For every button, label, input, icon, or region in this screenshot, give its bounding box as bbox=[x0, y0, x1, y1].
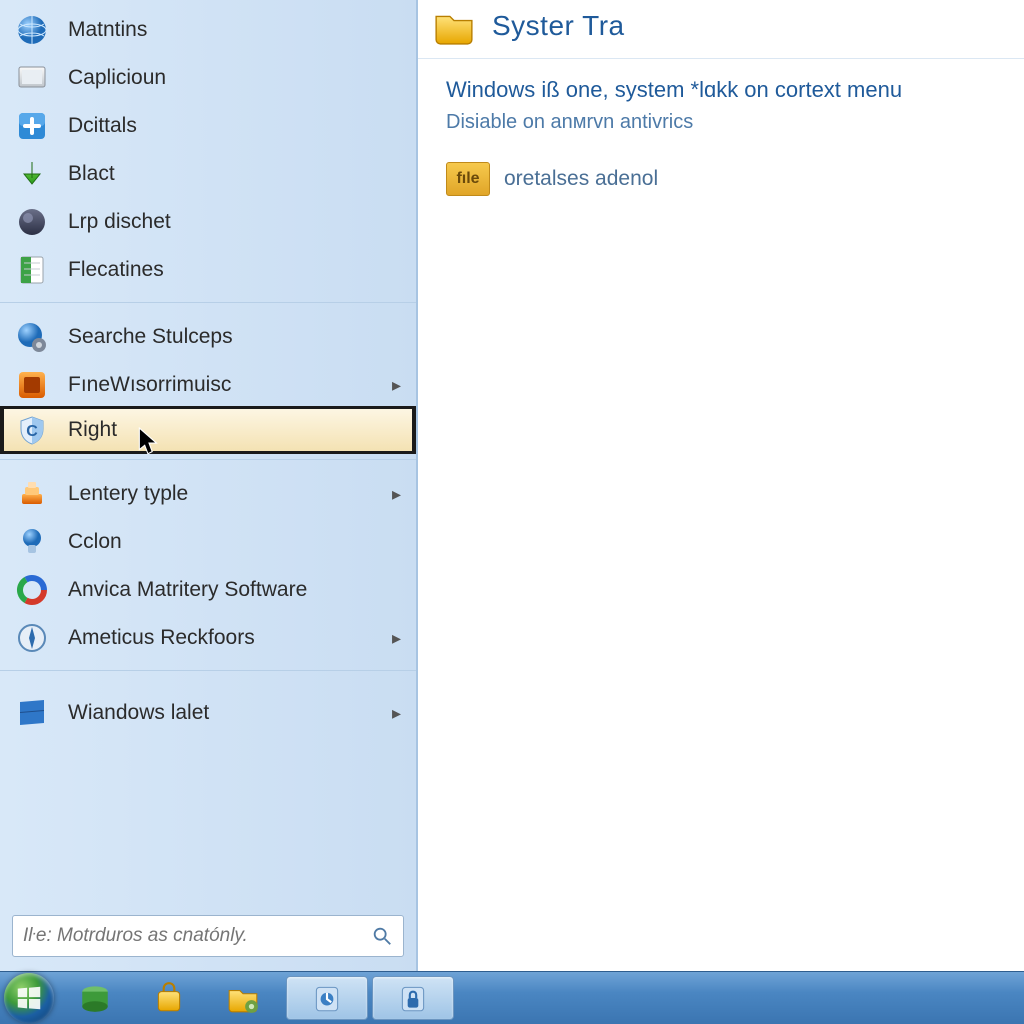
taskbar-window-bucket-blue[interactable] bbox=[286, 976, 368, 1020]
chevron-right-icon: ▸ bbox=[392, 628, 402, 649]
menu-item-label: Caplicioun bbox=[68, 66, 402, 90]
file-type-badge: fıle bbox=[446, 162, 490, 196]
chevron-right-icon: ▸ bbox=[392, 375, 402, 396]
shield-c-icon bbox=[14, 412, 50, 448]
menu-item-label: Cclon bbox=[68, 530, 402, 554]
menu-group-programs-mid: Searche Stulceps FıneWısorrimuisc▸ Right bbox=[0, 303, 416, 460]
taskbar-pin-bag-yellow[interactable] bbox=[134, 976, 204, 1020]
bucket-blue-icon bbox=[310, 981, 344, 1015]
menu-item-label: Anvica Matritery Software bbox=[68, 578, 402, 602]
menu-item-label: Ameticus Reckfoors bbox=[68, 626, 392, 650]
content-pane: Syster Tra Windows iß one, system *lɑkk … bbox=[418, 0, 1024, 971]
menu-item-orb-dark[interactable]: Lrp dischet bbox=[0, 198, 416, 246]
menu-item-label: Dcittals bbox=[68, 114, 402, 138]
folder-gear-icon bbox=[226, 981, 260, 1015]
search-box[interactable] bbox=[12, 915, 404, 957]
content-subtext: Disiable on anᴍrvn antivrics bbox=[446, 111, 996, 134]
file-row[interactable]: fıle oretalses adenol bbox=[446, 162, 996, 196]
menu-item-label: Blact bbox=[68, 162, 402, 186]
menu-item-arrow-down-green[interactable]: Blact bbox=[0, 150, 416, 198]
lock-blue-icon bbox=[396, 981, 430, 1015]
menu-item-screen-gray[interactable]: Caplicioun bbox=[0, 54, 416, 102]
screen-gray-icon bbox=[14, 60, 50, 96]
menu-item-bulb-blue[interactable]: Cclon bbox=[0, 518, 416, 566]
windows-logo-icon bbox=[14, 983, 44, 1013]
content-body: Windows iß one, system *lɑkk on cortext … bbox=[418, 59, 1024, 214]
menu-item-globe-blue[interactable]: Matntins bbox=[0, 6, 416, 54]
chevron-right-icon: ▸ bbox=[392, 484, 402, 505]
menu-item-label: FıneWısorrimuisc bbox=[68, 373, 392, 397]
drive-green-icon bbox=[78, 981, 112, 1015]
menu-item-ring-rgb[interactable]: Anvica Matritery Software bbox=[0, 566, 416, 614]
content-header: Syster Tra bbox=[418, 0, 1024, 59]
menu-item-sheet-green[interactable]: Flecatines bbox=[0, 246, 416, 294]
taskbar bbox=[0, 971, 1024, 1024]
menu-item-label: Matntins bbox=[68, 18, 402, 42]
orb-dark-icon bbox=[14, 204, 50, 240]
menu-item-tile-orange[interactable]: FıneWısorrimuisc▸ bbox=[0, 361, 416, 409]
menu-item-label: Wiandows lalet bbox=[68, 701, 392, 725]
menu-item-stack-orange[interactable]: Lentery typle▸ bbox=[0, 470, 416, 518]
file-name-label: oretalses adenol bbox=[504, 167, 658, 191]
menu-item-label: Lentery typle bbox=[68, 482, 392, 506]
globe-blue-icon bbox=[14, 12, 50, 48]
globe-gear-icon bbox=[14, 319, 50, 355]
plus-blue-icon bbox=[14, 108, 50, 144]
menu-item-label: Searche Stulceps bbox=[68, 325, 402, 349]
arrow-down-green-icon bbox=[14, 156, 50, 192]
flag-win-icon bbox=[14, 695, 50, 731]
stack-orange-icon bbox=[14, 476, 50, 512]
ring-rgb-icon bbox=[14, 572, 50, 608]
menu-item-globe-gear[interactable]: Searche Stulceps bbox=[0, 313, 416, 361]
compass-blue-icon bbox=[14, 620, 50, 656]
page-title: Syster Tra bbox=[492, 10, 625, 42]
search-input[interactable] bbox=[23, 925, 371, 947]
bulb-blue-icon bbox=[14, 524, 50, 560]
menu-item-plus-blue[interactable]: Dcittals bbox=[0, 102, 416, 150]
menu-item-label: Lrp dischet bbox=[68, 210, 402, 234]
start-button[interactable] bbox=[4, 973, 54, 1023]
menu-group-programs-low: Lentery typle▸CclonAnvica Matritery Soft… bbox=[0, 460, 416, 671]
bag-yellow-icon bbox=[152, 981, 186, 1015]
taskbar-pin-folder-gear[interactable] bbox=[208, 976, 278, 1020]
taskbar-pin-drive-green[interactable] bbox=[60, 976, 130, 1020]
taskbar-window-lock-blue[interactable] bbox=[372, 976, 454, 1020]
menu-item-flag-win[interactable]: Wiandows lalet▸ bbox=[0, 689, 416, 737]
menu-group-programs-bot: Wiandows lalet▸ bbox=[0, 671, 416, 905]
menu-item-shield-c[interactable]: Right bbox=[0, 406, 416, 454]
search-icon bbox=[371, 925, 393, 947]
chevron-right-icon: ▸ bbox=[392, 703, 402, 724]
start-menu: Matntins Caplicioun Dcittals Blact Lrp disch… bbox=[0, 0, 418, 971]
menu-group-programs-top: Matntins Caplicioun Dcittals Blact Lrp disch… bbox=[0, 0, 416, 303]
start-menu-search-area bbox=[0, 905, 416, 971]
menu-item-label: Flecatines bbox=[68, 258, 402, 282]
content-heading: Windows iß one, system *lɑkk on cortext … bbox=[446, 77, 996, 103]
folder-icon bbox=[432, 4, 476, 48]
sheet-green-icon bbox=[14, 252, 50, 288]
tile-orange-icon bbox=[14, 367, 50, 403]
menu-item-label: Right bbox=[68, 418, 402, 442]
menu-item-compass-blue[interactable]: Ameticus Reckfoors▸ bbox=[0, 614, 416, 662]
